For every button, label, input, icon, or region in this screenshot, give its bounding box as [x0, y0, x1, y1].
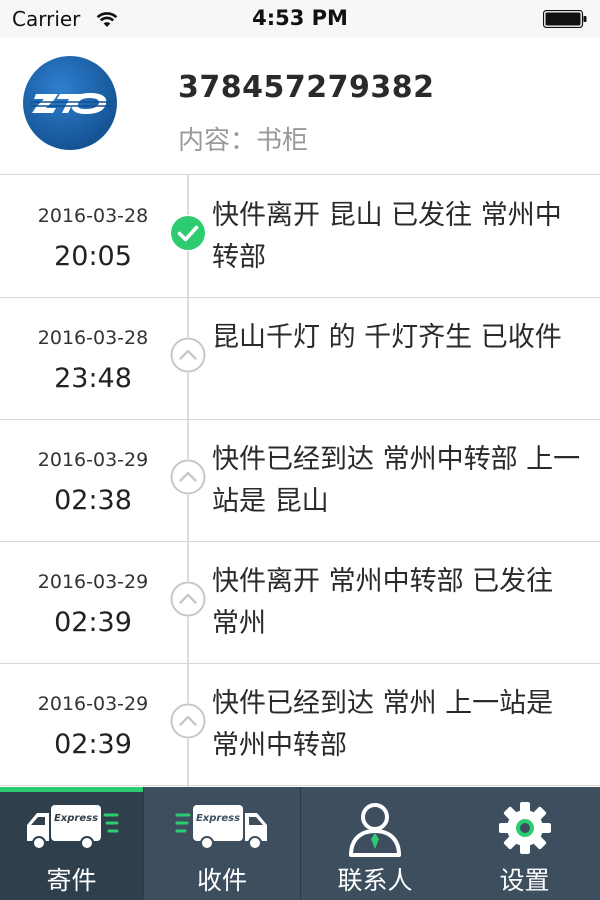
- tab-send[interactable]: Express 寄件: [0, 787, 143, 900]
- tab-contacts[interactable]: 联系人: [301, 787, 449, 900]
- content-value: 书柜: [256, 126, 309, 156]
- receive-truck-icon: Express: [175, 805, 267, 850]
- chevron-up-circle-icon: [170, 581, 206, 617]
- chevron-up-circle-icon: [170, 703, 206, 739]
- event-date: 2016-03-29: [37, 693, 149, 715]
- event-description: 昆山千灯 的 千灯齐生 已收件: [212, 322, 562, 353]
- event-time: 02:38: [54, 485, 132, 516]
- status-time: 4:53 PM: [252, 6, 348, 30]
- tab-label: 寄件: [46, 866, 97, 895]
- tab-settings[interactable]: 设置: [449, 787, 600, 900]
- content-label: 内容：: [178, 126, 257, 156]
- tab-label: 联系人: [337, 866, 413, 895]
- event-date: 2016-03-28: [37, 205, 149, 227]
- battery-icon: [543, 10, 587, 28]
- gear-icon: [498, 802, 551, 854]
- timeline-row: 2016-03-28 20:05 快件离开 昆山 已发往 常州中转部: [0, 175, 600, 298]
- tab-receive[interactable]: Express 收件: [144, 787, 300, 900]
- timeline-row: 2016-03-28 23:48 昆山千灯 的 千灯齐生 已收件: [0, 297, 600, 420]
- send-truck-icon: Express: [26, 805, 118, 850]
- timeline-row: 2016-03-29 02:39 快件离开 常州中转部 已发往 常州: [0, 541, 600, 664]
- timeline-row: 2016-03-29 02:39 快件已经到达 常州 上一站是 常州中转部: [0, 663, 600, 786]
- tab-label: 收件: [196, 866, 247, 895]
- event-date: 2016-03-29: [37, 571, 149, 593]
- express-badge: Express: [53, 813, 97, 824]
- zto-logo: [23, 56, 117, 150]
- event-time: 23:48: [54, 363, 132, 394]
- event-date: 2016-03-28: [37, 327, 149, 349]
- tracking-timeline[interactable]: 2016-03-28 20:05 快件离开 昆山 已发往 常州中转部 2016-…: [0, 175, 600, 787]
- event-time: 02:39: [54, 729, 132, 760]
- chevron-up-circle-icon: [170, 337, 206, 373]
- tab-active-indicator: [0, 787, 143, 792]
- status-bar: Carrier 4:53 PM: [0, 0, 600, 38]
- express-badge: Express: [196, 813, 240, 824]
- timeline-row: 2016-03-29 02:38 快件已经到达 常州中转部 上一站是 昆山: [0, 419, 600, 542]
- shipment-header: 378457279382 内容：书柜: [0, 38, 600, 175]
- event-description: 快件已经到达 常州 上一站是 常州中转部: [212, 688, 554, 761]
- event-description: 快件已经到达 常州中转部 上一站是 昆山: [212, 444, 581, 517]
- tab-bar: Express 寄件 Express 收件 联系人 设置: [0, 787, 600, 900]
- check-circle-icon: [170, 215, 206, 251]
- event-description: 快件离开 昆山 已发往 常州中转部: [212, 200, 562, 273]
- contact-person-icon: [349, 803, 401, 857]
- tab-label: 设置: [499, 866, 550, 895]
- chevron-up-circle-icon: [170, 459, 206, 495]
- content-line: 内容：书柜: [178, 120, 308, 157]
- event-date: 2016-03-29: [37, 449, 149, 471]
- event-time: 02:39: [54, 607, 132, 638]
- event-time: 20:05: [54, 241, 132, 272]
- event-description: 快件离开 常州中转部 已发往 常州: [212, 566, 554, 639]
- tracking-number: 378457279382: [178, 70, 435, 105]
